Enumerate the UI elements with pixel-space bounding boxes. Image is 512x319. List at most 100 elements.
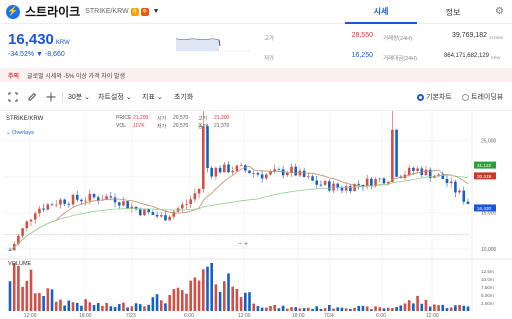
volume-bar — [227, 273, 230, 311]
pair-label: STRIKE/KRW — [85, 8, 129, 15]
volume-bar — [399, 305, 403, 311]
volume-bar — [332, 308, 335, 311]
volume-bar — [437, 305, 440, 311]
basic-chart-label: 기본차트 — [426, 94, 452, 101]
gear-icon[interactable]: ⚙ — [495, 6, 504, 17]
candle-body — [8, 250, 12, 252]
candle-body — [25, 221, 29, 229]
coin-select-chevron-icon[interactable]: ▼ — [153, 8, 160, 15]
candle-body — [117, 202, 121, 206]
price-chart-area[interactable]: 25,00020,00015,00010,00021,12220,31916,4… — [0, 110, 512, 319]
volume-bar — [458, 304, 461, 311]
tab-info[interactable]: 정보 — [417, 0, 489, 24]
candle-body — [164, 215, 167, 221]
amount-24h-unit: KRW — [491, 55, 501, 60]
candle-body — [80, 199, 83, 202]
reset-button[interactable]: 초기화 — [174, 92, 193, 102]
candle-body — [71, 194, 75, 205]
candle-body — [59, 199, 62, 205]
chart-settings-select[interactable]: 차트설정 ⌄ — [98, 92, 132, 102]
ohlc-price-value: 21,200 — [133, 115, 149, 121]
volume-bar — [46, 288, 50, 311]
volume-bar — [336, 307, 340, 311]
volume-bar — [281, 305, 285, 311]
volume-bar — [277, 308, 281, 311]
price-tick-label: 25,000 — [481, 139, 497, 145]
candle-body — [222, 164, 226, 173]
candle-body — [391, 129, 394, 182]
tradingview-radio[interactable]: 트레이딩뷰 — [462, 92, 503, 102]
candle-body — [239, 165, 243, 167]
badge-warning: 유 — [130, 7, 139, 16]
chart-toolbar: 30분 ⌄ 차트설정 ⌄ 지표 ⌄ 초기화 기본차트 트레이딩뷰 — [0, 87, 512, 107]
ohlc-vol-label: VOL — [116, 123, 127, 129]
change-percent: -34.52% — [8, 51, 35, 58]
candlestick-chart[interactable]: 25,00020,00015,00010,00021,12220,31916,4… — [0, 111, 512, 319]
ohlc-open-label: 시가 — [157, 116, 167, 122]
candle-body — [143, 209, 146, 216]
volume-bar — [159, 300, 163, 311]
overlays-toggle[interactable]: ⌄ Overlays — [6, 130, 34, 136]
ohlc-high-label: 고가 — [198, 116, 208, 122]
volume-bar — [302, 308, 306, 311]
crosshair-icon[interactable] — [46, 92, 56, 102]
volume-bar — [176, 287, 180, 311]
volume-bar — [75, 302, 79, 311]
price-tag-label: 16,430 — [477, 206, 491, 211]
candle-body — [323, 181, 327, 185]
candle-body — [113, 197, 117, 203]
volume-bar — [71, 302, 75, 311]
amount-24h-label: 거래대금(24H) — [383, 56, 417, 62]
volume-bar — [391, 308, 394, 311]
pencil-icon[interactable] — [27, 92, 37, 102]
tab-quote[interactable]: 시세 — [345, 0, 417, 24]
indicator-select[interactable]: 지표 ⌄ — [142, 92, 163, 102]
candle-body — [462, 190, 466, 202]
coin-name[interactable]: 스트라이크 — [25, 3, 80, 20]
volume-bar — [50, 289, 54, 311]
price-gap-notice: 주의 글로벌 시세와 -5% 이상 가격 차이 발생 — [0, 68, 512, 82]
volume-bar — [260, 307, 264, 311]
candle-body — [416, 168, 419, 171]
notice-tag: 주의 — [8, 73, 20, 80]
time-tick-label: 6:00 — [184, 313, 194, 319]
volume-tick-label: 2.50m — [481, 301, 494, 306]
volume-bar — [294, 307, 298, 311]
candle-body — [344, 186, 348, 191]
candle-body — [235, 165, 239, 171]
candle-body — [214, 167, 218, 177]
candle-body — [466, 201, 470, 204]
volume-tick-label: 12.5m — [481, 269, 494, 274]
zoom-controls[interactable]: − + — [238, 241, 248, 248]
candle-body — [319, 184, 323, 186]
volume-bar — [80, 305, 83, 311]
interval-select[interactable]: 30분 ⌄ — [68, 92, 90, 102]
candle-body — [445, 178, 449, 184]
candle-body — [252, 172, 256, 174]
volume-bar — [185, 293, 188, 311]
volume-bar — [67, 300, 71, 311]
time-tick-label: 12:00 — [426, 313, 439, 319]
volume-bar — [323, 308, 327, 311]
candle-body — [449, 181, 453, 184]
volume-bar — [353, 307, 356, 311]
volume-bar — [8, 281, 12, 311]
candle-body — [185, 204, 188, 205]
candle-body — [159, 215, 163, 217]
volume-bar — [349, 308, 352, 311]
volume-bar — [189, 280, 192, 311]
fullscreen-icon[interactable] — [8, 92, 18, 102]
volume-bar — [12, 263, 16, 311]
volume-bar — [96, 302, 100, 311]
change-amount: ▼ -8,660 — [36, 51, 65, 58]
volume-bar — [214, 284, 218, 311]
volume-bar — [63, 305, 66, 311]
volume-bar — [147, 304, 150, 311]
candle-body — [122, 201, 125, 206]
candle-body — [54, 204, 58, 206]
candle-body — [227, 164, 230, 173]
candle-body — [126, 201, 129, 209]
volume-bar — [382, 308, 386, 311]
basic-chart-radio[interactable]: 기본차트 — [417, 92, 452, 102]
volume-bar — [38, 292, 41, 311]
